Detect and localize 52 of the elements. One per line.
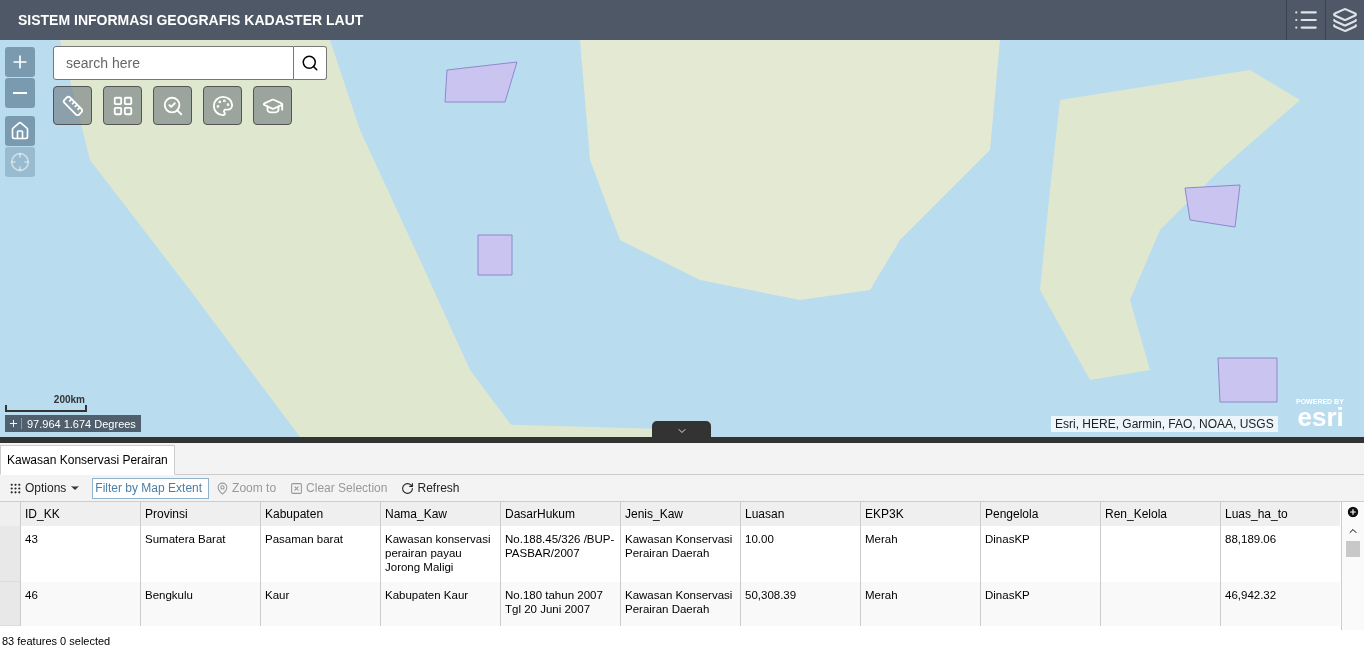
table-cell: DinasKP <box>980 582 1100 626</box>
table-cell: 50,308.39 <box>740 582 860 626</box>
panel-handle[interactable] <box>652 421 711 437</box>
measure-widget-button[interactable] <box>53 86 92 125</box>
column-header[interactable]: Provinsi <box>140 502 260 526</box>
home-icon <box>10 121 30 141</box>
search-button[interactable] <box>294 46 327 80</box>
zoom-out-button[interactable] <box>5 78 35 108</box>
legend-widget-button[interactable] <box>203 86 242 125</box>
column-header[interactable]: ID_KK <box>20 502 140 526</box>
app-title: SISTEM INFORMASI GEOGRAFIS KADASTER LAUT <box>18 12 365 28</box>
search-icon <box>301 54 319 72</box>
table-cell: 46 <box>20 582 140 626</box>
column-header[interactable]: Kabupaten <box>260 502 380 526</box>
table-cell: Kawasan Konservasi Perairan Daerah <box>620 582 740 626</box>
query-icon <box>161 94 184 117</box>
column-header[interactable]: DasarHukum <box>500 502 620 526</box>
feature-count: 83 features 0 selected <box>0 630 1364 652</box>
zoom-in-button[interactable] <box>5 47 35 77</box>
basemap-widget-button[interactable] <box>103 86 142 125</box>
home-button[interactable] <box>5 116 35 146</box>
refresh-button[interactable]: Refresh <box>398 477 467 499</box>
coordinates-display: 97.964 1.674 Degrees <box>5 415 141 432</box>
locate-icon <box>10 152 30 172</box>
scrollbar-thumb[interactable] <box>1346 541 1360 557</box>
table-cell: No.180 tahun 2007 Tgl 20 Juni 2007 <box>500 582 620 626</box>
menu-icon <box>9 481 22 495</box>
query-widget-button[interactable] <box>153 86 192 125</box>
toggle-button[interactable]: Filter by Map Extent <box>92 477 210 499</box>
table-cell: Kaur <box>260 582 380 626</box>
column-header[interactable]: Ren_Kelola <box>1100 502 1220 526</box>
table-cell: Merah <box>860 582 980 626</box>
options-menu[interactable]: Options <box>6 477 89 499</box>
minus-icon <box>13 92 27 94</box>
learn-widget-button[interactable] <box>253 86 292 125</box>
measure-icon <box>61 94 84 117</box>
refresh-icon <box>401 481 415 495</box>
add-column-icon[interactable] <box>1346 505 1360 519</box>
table-cell: Kabupaten Kaur <box>380 582 500 626</box>
column-header[interactable]: EKP3K <box>860 502 980 526</box>
scale-label: 200km <box>52 394 85 405</box>
column-header[interactable]: Luas_ha_to <box>1220 502 1340 526</box>
column-header[interactable]: Pengelola <box>980 502 1100 526</box>
map-attribution: Esri, HERE, Garmin, FAO, NOAA, USGS <box>1051 416 1278 432</box>
table-cell: 46,942.32 <box>1220 582 1340 626</box>
clear-icon <box>290 481 304 495</box>
column-header[interactable]: Jenis_Kaw <box>620 502 740 526</box>
search-field[interactable]: search here <box>53 46 294 80</box>
column-header[interactable]: Nama_Kaw <box>380 502 500 526</box>
layer-tab[interactable]: Kawasan Konservasi Perairan <box>0 445 175 475</box>
table-cell: Bengkulu <box>140 582 260 626</box>
column-header[interactable]: Luasan <box>740 502 860 526</box>
